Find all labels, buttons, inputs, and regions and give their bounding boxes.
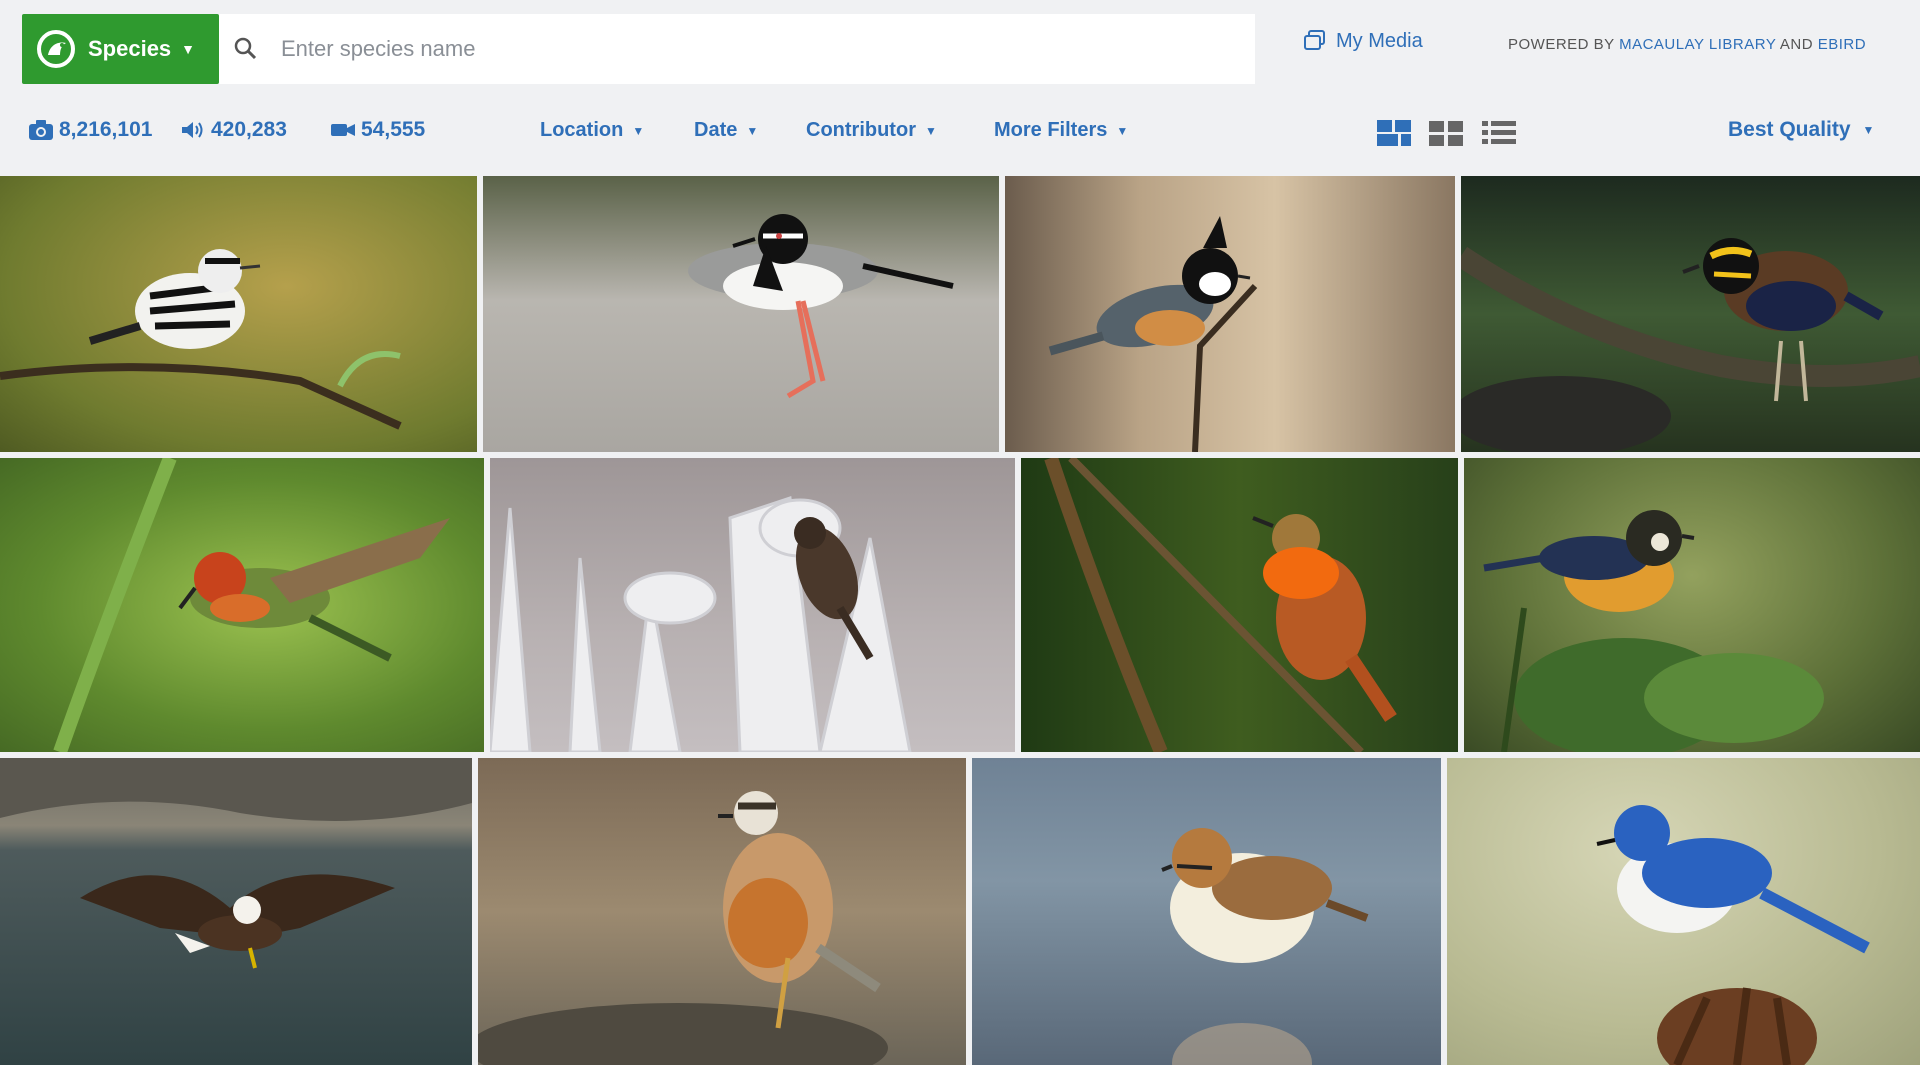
photo-tile[interactable] bbox=[478, 758, 966, 1065]
species-search bbox=[219, 14, 1255, 84]
contributor-filter-label: Contributor bbox=[806, 119, 916, 141]
chevron-down-icon: ▼ bbox=[1116, 123, 1129, 138]
macaulay-library-link[interactable]: MACAULAY LIBRARY bbox=[1619, 36, 1776, 53]
top-bar: Species ▼ My Media POWERED BY MACAULAY L… bbox=[0, 0, 1920, 92]
chevron-down-icon: ▼ bbox=[181, 41, 196, 57]
search-icon bbox=[234, 37, 257, 60]
powered-by-prefix: POWERED BY bbox=[1508, 36, 1615, 53]
contributor-filter[interactable]: Contributor ▼ bbox=[806, 119, 937, 142]
bird-photo bbox=[1161, 828, 1369, 1065]
bird-photo bbox=[490, 495, 912, 752]
sort-label: Best Quality bbox=[1728, 118, 1851, 141]
list-view-icon[interactable] bbox=[1482, 118, 1516, 148]
powered-by-and: AND bbox=[1779, 36, 1814, 53]
video-icon bbox=[331, 124, 355, 136]
date-filter-label: Date bbox=[694, 119, 738, 141]
bird-photo bbox=[688, 214, 954, 399]
photo-tile[interactable] bbox=[972, 758, 1441, 1065]
photo-tile[interactable] bbox=[0, 176, 477, 452]
species-type-dropdown[interactable]: Species ▼ bbox=[22, 14, 219, 84]
location-filter[interactable]: Location ▼ bbox=[540, 119, 644, 142]
sort-dropdown[interactable]: Best Quality ▼ bbox=[1728, 118, 1874, 142]
my-media-link[interactable]: My Media bbox=[1302, 28, 1423, 54]
speaker-icon bbox=[182, 122, 203, 138]
media-icon bbox=[1304, 30, 1325, 50]
chevron-down-icon: ▼ bbox=[632, 123, 645, 138]
species-button-label: Species bbox=[88, 36, 172, 61]
chevron-down-icon: ▼ bbox=[1862, 123, 1875, 137]
photo-tile[interactable] bbox=[0, 758, 472, 1065]
bird-photo bbox=[1596, 805, 1870, 1065]
photo-tile[interactable] bbox=[1464, 458, 1920, 752]
powered-by-text: POWERED BY MACAULAY LIBRARY AND EBIRD bbox=[1508, 36, 1866, 53]
photo-tile[interactable] bbox=[1005, 176, 1455, 452]
photo-tile[interactable] bbox=[483, 176, 999, 452]
audio-count[interactable]: 420,283 bbox=[180, 118, 287, 142]
grid-view-icon[interactable] bbox=[1429, 118, 1463, 148]
filter-bar: 8,216,101 420,283 54,555 Location ▼ Date… bbox=[0, 92, 1920, 176]
bird-photo bbox=[1461, 238, 1920, 452]
mosaic-view-icon[interactable] bbox=[1377, 118, 1411, 148]
bird-photo bbox=[1048, 216, 1258, 452]
bird-photo bbox=[53, 458, 450, 752]
photo-tile[interactable] bbox=[1021, 458, 1458, 752]
chevron-down-icon: ▼ bbox=[746, 123, 759, 138]
chevron-down-icon: ▼ bbox=[924, 123, 937, 138]
more-filters-label: More Filters bbox=[994, 119, 1108, 141]
audio-count-value: 420,283 bbox=[211, 118, 287, 141]
ebird-link[interactable]: EBIRD bbox=[1818, 36, 1866, 53]
camera-icon bbox=[29, 120, 53, 140]
bird-photo bbox=[0, 758, 472, 969]
video-count-value: 54,555 bbox=[361, 118, 426, 141]
bird-photo bbox=[1044, 458, 1397, 752]
more-filters[interactable]: More Filters ▼ bbox=[994, 119, 1128, 142]
photo-tile[interactable] bbox=[0, 458, 484, 752]
bird-photo bbox=[0, 249, 402, 430]
photo-grid bbox=[0, 176, 1920, 1065]
video-count[interactable]: 54,555 bbox=[330, 118, 425, 142]
photo-tile[interactable] bbox=[1447, 758, 1920, 1065]
ebird-logo-icon bbox=[37, 30, 75, 68]
bird-photo bbox=[1483, 510, 1824, 752]
bird-photo bbox=[478, 791, 888, 1065]
photo-tile[interactable] bbox=[1461, 176, 1920, 452]
my-media-label: My Media bbox=[1336, 29, 1423, 52]
date-filter[interactable]: Date ▼ bbox=[694, 119, 758, 142]
photo-tile[interactable] bbox=[490, 458, 1015, 752]
location-filter-label: Location bbox=[540, 119, 624, 141]
photo-count[interactable]: 8,216,101 bbox=[28, 118, 152, 142]
search-input[interactable] bbox=[281, 36, 1181, 62]
photo-count-value: 8,216,101 bbox=[59, 118, 153, 141]
